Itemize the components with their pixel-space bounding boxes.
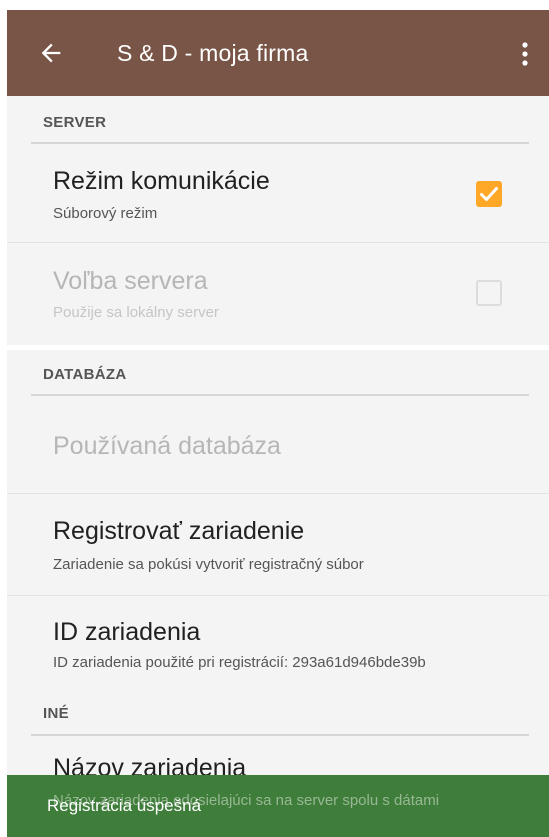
section-divider	[31, 142, 529, 144]
pref-summary: Súborový režim	[53, 205, 158, 222]
pref-title: Režim komunikácie	[53, 167, 270, 195]
item-divider	[7, 493, 549, 494]
pref-title: Registrovať zariadenie	[53, 517, 305, 545]
server-choice-checkbox	[476, 280, 502, 306]
server-section: SERVER Režim komunikácie Súborový režim …	[7, 96, 549, 345]
database-section: DATABÁZA Používaná databáza Registrovať …	[7, 350, 549, 837]
pref-title: Používaná databáza	[53, 432, 281, 460]
section-header-other: INÉ	[43, 705, 69, 722]
arrow-left-icon[interactable]	[37, 39, 65, 67]
pref-summary: Použije sa lokálny server	[53, 304, 219, 321]
communication-mode-checkbox[interactable]	[476, 181, 502, 207]
section-header-database: DATABÁZA	[43, 366, 127, 383]
check-icon	[480, 187, 498, 201]
pref-summary: ID zariadenia použité pri registrácií: 2…	[53, 654, 426, 671]
pref-summary: Zariadenie sa pokúsi vytvoriť registračn…	[53, 556, 364, 573]
settings-screen: S & D - moja firma SERVER Režim komuniká…	[0, 0, 549, 837]
snackbar: Názov zariadenia odosielajúci sa na serv…	[7, 775, 549, 837]
section-divider	[31, 394, 529, 396]
more-vert-icon[interactable]	[515, 40, 535, 68]
toolbar-title: S & D - moja firma	[117, 40, 309, 66]
pref-title: Voľba servera	[53, 267, 208, 295]
snackbar-message: Registrácia úspešná	[47, 796, 202, 815]
pref-title: ID zariadenia	[53, 618, 201, 646]
app-toolbar: S & D - moja firma	[7, 10, 549, 96]
item-divider	[7, 242, 549, 243]
item-divider	[7, 595, 549, 596]
section-header-server: SERVER	[43, 114, 107, 131]
section-divider	[31, 734, 529, 736]
